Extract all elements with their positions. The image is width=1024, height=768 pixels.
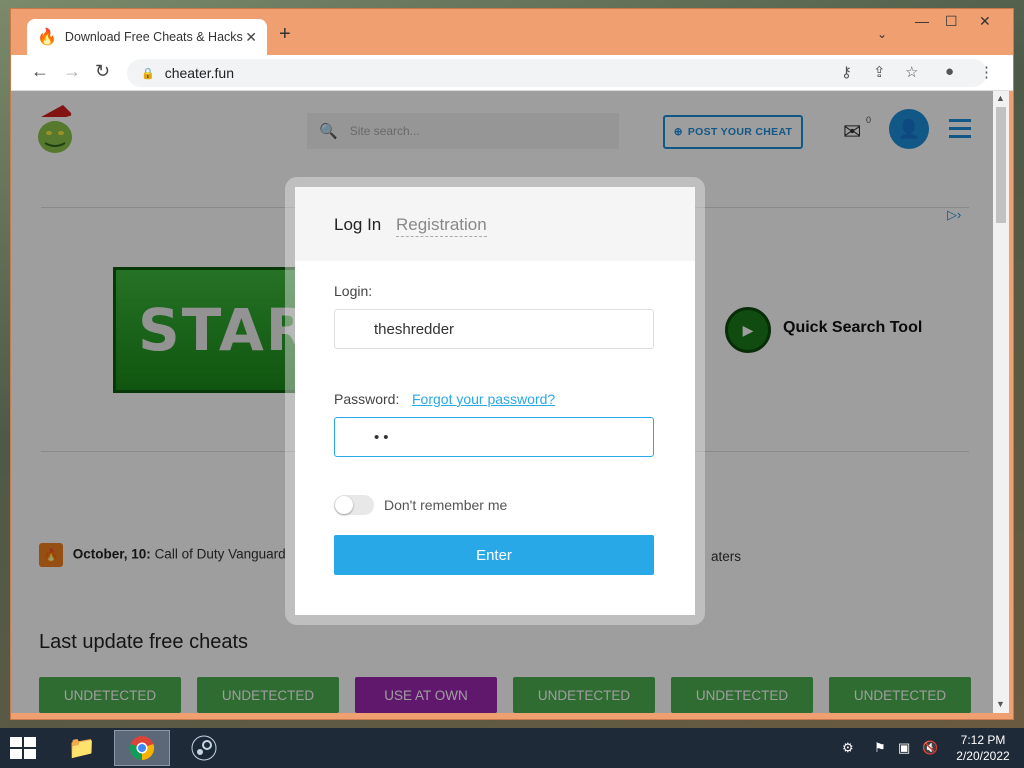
- reload-icon[interactable]: ↻: [95, 61, 110, 82]
- file-explorer-icon[interactable]: 📁: [54, 730, 110, 766]
- key-icon[interactable]: ⚷: [841, 63, 852, 81]
- maximize-icon[interactable]: ☐: [945, 13, 958, 30]
- profile-icon[interactable]: ●: [945, 63, 954, 80]
- remember-label: Don't remember me: [384, 497, 508, 513]
- steam-icon[interactable]: [176, 730, 232, 766]
- forward-arrow-icon[interactable]: →: [63, 61, 81, 82]
- tab-registration[interactable]: Registration: [396, 215, 487, 237]
- web-page: 🔍 Site search... ⊕ POST YOUR CHEAT ✉ 0 👤…: [11, 91, 993, 713]
- volume-muted-icon[interactable]: 🔇: [922, 740, 938, 756]
- network-icon[interactable]: ▣: [898, 740, 910, 756]
- scroll-thumb[interactable]: [996, 107, 1006, 223]
- scroll-up-icon[interactable]: ▲: [996, 93, 1005, 103]
- browser-titlebar: 🔥 Download Free Cheats & Hacks f ✕ + ⌄ —…: [11, 9, 1013, 55]
- share-icon[interactable]: ⇪: [873, 63, 886, 81]
- steam-tray-icon[interactable]: ⚙: [842, 740, 854, 756]
- close-window-icon[interactable]: ✕: [979, 13, 991, 30]
- url-text: cheater.fun: [164, 65, 234, 81]
- tab-close-icon[interactable]: ✕: [245, 29, 257, 46]
- login-modal: Log In Registration Login: Password: For…: [295, 187, 695, 615]
- chrome-icon[interactable]: [114, 730, 170, 766]
- bookmark-star-icon[interactable]: ☆: [905, 63, 918, 81]
- remember-toggle[interactable]: [334, 495, 374, 515]
- browser-tab[interactable]: 🔥 Download Free Cheats & Hacks f ✕: [27, 19, 267, 55]
- browser-window: 🔥 Download Free Cheats & Hacks f ✕ + ⌄ —…: [10, 8, 1014, 720]
- taskbar: 📁 ⚙ ⚑ ▣ 🔇 7:12 PM 2/20/2022: [0, 728, 1024, 768]
- taskbar-clock[interactable]: 7:12 PM 2/20/2022: [950, 732, 1016, 764]
- lock-icon: 🔒: [141, 67, 155, 80]
- windows-start-icon[interactable]: [10, 737, 38, 761]
- action-center-flag-icon[interactable]: ⚑: [874, 740, 886, 756]
- page-scrollbar[interactable]: ▲ ▼: [993, 91, 1009, 713]
- fire-favicon-icon: 🔥: [37, 29, 57, 46]
- tab-login[interactable]: Log In: [334, 215, 381, 235]
- address-bar[interactable]: 🔒 cheater.fun: [127, 59, 987, 87]
- clock-time: 7:12 PM: [960, 733, 1006, 747]
- tab-title: Download Free Cheats & Hacks f: [64, 30, 243, 44]
- tab-search-chevron-icon[interactable]: ⌄: [877, 27, 887, 41]
- modal-tabs: Log In Registration: [295, 187, 695, 261]
- back-arrow-icon[interactable]: ←: [31, 61, 49, 82]
- scroll-down-icon[interactable]: ▼: [996, 699, 1005, 709]
- login-input[interactable]: [334, 309, 654, 349]
- login-label: Login:: [334, 283, 373, 299]
- minimize-icon[interactable]: —: [915, 13, 929, 29]
- enter-button[interactable]: Enter: [334, 535, 654, 575]
- password-label: Password:: [334, 391, 400, 407]
- menu-kebab-icon[interactable]: ⋮: [979, 63, 994, 81]
- forgot-password-link[interactable]: Forgot your password?: [412, 391, 555, 407]
- clock-date: 2/20/2022: [956, 749, 1010, 763]
- password-input[interactable]: [334, 417, 654, 457]
- browser-toolbar: ← → ↻ 🔒 cheater.fun ⚷ ⇪ ☆ ● ⋮: [11, 55, 1013, 91]
- new-tab-icon[interactable]: +: [279, 23, 291, 46]
